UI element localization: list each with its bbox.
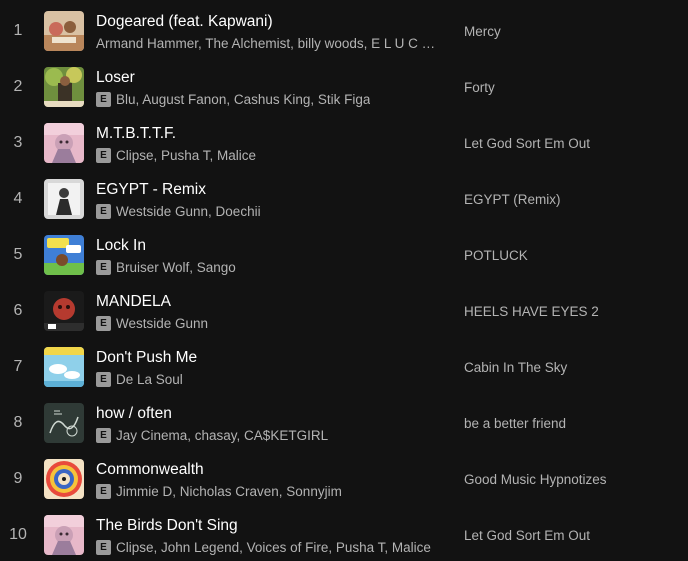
track-row[interactable]: 7 Don't Push Me E De La Soul Cabin In Th… <box>0 339 688 395</box>
track-subtitle: E Blu, August Fanon, Cashus King, Stik F… <box>96 92 370 107</box>
track-row[interactable]: 4 EGYPT - Remix E Westside Gunn, Doechii… <box>0 171 688 227</box>
track-album[interactable]: Forty <box>464 80 495 95</box>
track-number: 7 <box>13 358 23 375</box>
track-number: 9 <box>13 470 23 487</box>
explicit-badge: E <box>96 316 111 331</box>
album-art[interactable] <box>44 515 84 555</box>
track-number: 2 <box>13 78 23 95</box>
album-art[interactable] <box>44 123 84 163</box>
track-album[interactable]: Let God Sort Em Out <box>464 528 590 543</box>
track-title[interactable]: Loser <box>96 69 135 87</box>
track-subtitle: E Jimmie D, Nicholas Craven, Sonnyjim <box>96 484 342 499</box>
track-number: 4 <box>13 190 23 207</box>
track-artists[interactable]: Armand Hammer, The Alchemist, billy wood… <box>96 36 435 51</box>
explicit-badge: E <box>96 372 111 387</box>
track-artists[interactable]: Bruiser Wolf, Sango <box>116 260 236 275</box>
track-row[interactable]: 9 Commonwealth E Jimmie D, Nicholas Crav… <box>0 451 688 507</box>
tracklist: 1 Dogeared (feat. Kapwani) Armand Hammer… <box>0 0 688 561</box>
track-row[interactable]: 5 Lock In E Bruiser Wolf, Sango POTLUCK <box>0 227 688 283</box>
track-album[interactable]: Let God Sort Em Out <box>464 136 590 151</box>
explicit-badge: E <box>96 428 111 443</box>
track-album[interactable]: Good Music Hypnotizes <box>464 472 607 487</box>
track-number: 6 <box>13 302 23 319</box>
track-artists[interactable]: Clipse, Pusha T, Malice <box>116 148 256 163</box>
track-number: 10 <box>9 526 27 543</box>
explicit-badge: E <box>96 484 111 499</box>
track-subtitle: E Bruiser Wolf, Sango <box>96 260 236 275</box>
track-title[interactable]: M.T.B.T.T.F. <box>96 125 176 143</box>
track-info: Dogeared (feat. Kapwani) Armand Hammer, … <box>96 3 446 59</box>
track-info: M.T.B.T.T.F. E Clipse, Pusha T, Malice <box>96 115 446 171</box>
track-row[interactable]: 10 The Birds Don't Sing E Clipse, John L… <box>0 507 688 561</box>
track-subtitle: Armand Hammer, The Alchemist, billy wood… <box>96 36 435 51</box>
track-title[interactable]: MANDELA <box>96 293 171 311</box>
track-title[interactable]: how / often <box>96 405 172 423</box>
track-title[interactable]: Commonwealth <box>96 461 204 479</box>
track-artists[interactable]: Clipse, John Legend, Voices of Fire, Pus… <box>116 540 431 555</box>
track-row[interactable]: 3 M.T.B.T.T.F. E Clipse, Pusha T, Malice… <box>0 115 688 171</box>
track-row[interactable]: 6 MANDELA E Westside Gunn HEELS HAVE EYE… <box>0 283 688 339</box>
track-info: MANDELA E Westside Gunn <box>96 283 446 339</box>
track-row[interactable]: 1 Dogeared (feat. Kapwani) Armand Hammer… <box>0 3 688 59</box>
album-art[interactable] <box>44 347 84 387</box>
album-art[interactable] <box>44 403 84 443</box>
track-number: 8 <box>13 414 23 431</box>
track-album[interactable]: POTLUCK <box>464 248 528 263</box>
track-number: 3 <box>13 134 23 151</box>
track-info: Lock In E Bruiser Wolf, Sango <box>96 227 446 283</box>
track-info: EGYPT - Remix E Westside Gunn, Doechii <box>96 171 446 227</box>
track-info: Loser E Blu, August Fanon, Cashus King, … <box>96 59 446 115</box>
track-row[interactable]: 2 Loser E Blu, August Fanon, Cashus King… <box>0 59 688 115</box>
track-subtitle: E Clipse, John Legend, Voices of Fire, P… <box>96 540 431 555</box>
track-title[interactable]: Don't Push Me <box>96 349 197 367</box>
track-subtitle: E Westside Gunn <box>96 316 208 331</box>
track-album[interactable]: Mercy <box>464 24 501 39</box>
explicit-badge: E <box>96 92 111 107</box>
track-title[interactable]: Dogeared (feat. Kapwani) <box>96 13 273 31</box>
track-album[interactable]: be a better friend <box>464 416 566 431</box>
track-number: 1 <box>13 22 23 39</box>
track-row[interactable]: 8 how / often E Jay Cinema, chasay, CA$K… <box>0 395 688 451</box>
track-info: The Birds Don't Sing E Clipse, John Lege… <box>96 507 446 561</box>
album-art[interactable] <box>44 235 84 275</box>
track-info: how / often E Jay Cinema, chasay, CA$KET… <box>96 395 446 451</box>
explicit-badge: E <box>96 540 111 555</box>
album-art[interactable] <box>44 291 84 331</box>
track-artists[interactable]: Westside Gunn, Doechii <box>116 204 261 219</box>
track-title[interactable]: EGYPT - Remix <box>96 181 206 199</box>
track-album[interactable]: EGYPT (Remix) <box>464 192 561 207</box>
explicit-badge: E <box>96 204 111 219</box>
explicit-badge: E <box>96 260 111 275</box>
track-subtitle: E Westside Gunn, Doechii <box>96 204 261 219</box>
track-artists[interactable]: Jimmie D, Nicholas Craven, Sonnyjim <box>116 484 342 499</box>
album-art[interactable] <box>44 67 84 107</box>
track-number: 5 <box>13 246 23 263</box>
album-art[interactable] <box>44 459 84 499</box>
track-artists[interactable]: Jay Cinema, chasay, CA$KETGIRL <box>116 428 328 443</box>
track-subtitle: E Clipse, Pusha T, Malice <box>96 148 256 163</box>
track-title[interactable]: Lock In <box>96 237 146 255</box>
explicit-badge: E <box>96 148 111 163</box>
track-album[interactable]: Cabin In The Sky <box>464 360 567 375</box>
album-art[interactable] <box>44 179 84 219</box>
track-subtitle: E De La Soul <box>96 372 183 387</box>
track-info: Commonwealth E Jimmie D, Nicholas Craven… <box>96 451 446 507</box>
track-info: Don't Push Me E De La Soul <box>96 339 446 395</box>
track-subtitle: E Jay Cinema, chasay, CA$KETGIRL <box>96 428 328 443</box>
album-art[interactable] <box>44 11 84 51</box>
track-artists[interactable]: De La Soul <box>116 372 183 387</box>
track-album[interactable]: HEELS HAVE EYES 2 <box>464 304 599 319</box>
track-title[interactable]: The Birds Don't Sing <box>96 517 238 535</box>
track-artists[interactable]: Blu, August Fanon, Cashus King, Stik Fig… <box>116 92 370 107</box>
track-artists[interactable]: Westside Gunn <box>116 316 208 331</box>
